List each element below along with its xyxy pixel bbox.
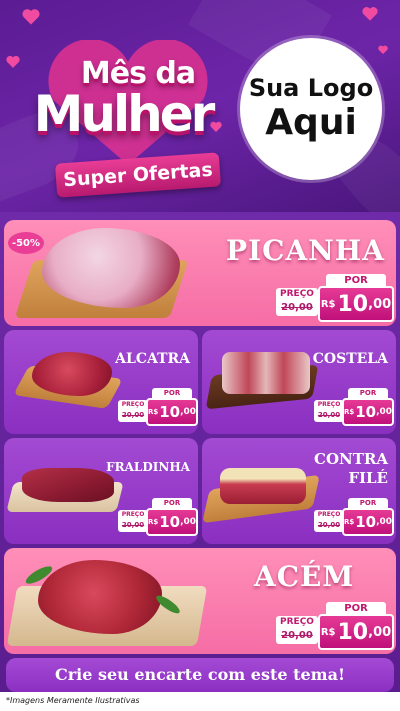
new-price: R$ 10 ,00: [146, 398, 198, 426]
new-price-int: 10: [159, 513, 181, 531]
old-price: 20,00: [121, 521, 145, 529]
price-tag: POR PREÇO 20,00 R$ 10 ,00: [314, 498, 394, 538]
new-price: R$ 10 ,00: [342, 508, 394, 536]
preco-label: PREÇO: [121, 401, 145, 408]
product-card-picanha: PICANHA POR PREÇO 20,00 R$ 10 ,00: [4, 220, 396, 326]
preco-label: PREÇO: [121, 511, 145, 518]
cta-banner[interactable]: Crie seu encarte com este tema!: [6, 658, 394, 692]
product-card-costela: COSTELA POR PREÇO 20,00 R$ 10 ,00: [202, 330, 396, 434]
product-name: FRALDINHA: [106, 460, 190, 474]
product-name: ALCATRA: [115, 351, 190, 367]
product-name: CONTRA FILÉ: [310, 450, 388, 488]
title-main: Mulher: [33, 85, 216, 143]
product-name: PICANHA: [226, 234, 385, 267]
product-name: ACÉM: [254, 560, 355, 593]
old-price-box: PREÇO 20,00: [118, 400, 148, 422]
discount-badge: -50%: [8, 232, 44, 254]
logo-text-line2: Aqui: [265, 102, 357, 143]
logo-text-line1: Sua Logo: [248, 74, 374, 102]
new-price-int: 10: [337, 619, 369, 645]
price-tag: POR PREÇO 20,00 R$ 10 ,00: [118, 498, 198, 538]
new-price: R$ 10 ,00: [342, 398, 394, 426]
preco-label: PREÇO: [317, 401, 341, 408]
por-label: POR: [348, 388, 388, 398]
por-label: POR: [152, 498, 192, 508]
new-price-dec: ,00: [368, 624, 392, 640]
new-price-dec: ,00: [376, 407, 393, 417]
old-price-box: PREÇO 20,00: [314, 510, 344, 532]
price-tag: POR PREÇO 20,00 R$ 10 ,00: [118, 388, 198, 428]
currency: R$: [343, 408, 355, 416]
old-price: 20,00: [317, 521, 341, 529]
costela-image: [222, 352, 310, 394]
product-name: COSTELA: [312, 351, 388, 367]
product-card-acem: ACÉM POR PREÇO 20,00 R$ 10 ,00: [4, 548, 396, 654]
campaign-title: Mês da Mulher Super Ofertas: [8, 30, 228, 198]
preco-label: PREÇO: [317, 511, 341, 518]
old-price: 20,00: [121, 411, 145, 419]
old-price-box: PREÇO 20,00: [276, 616, 318, 644]
heart-icon: [362, 6, 378, 22]
currency: R$: [147, 408, 159, 416]
old-price: 20,00: [281, 302, 313, 313]
heart-icon: [378, 40, 388, 55]
new-price: R$ 10 ,00: [318, 286, 394, 322]
por-label: POR: [152, 388, 192, 398]
new-price-dec: ,00: [368, 296, 392, 312]
footnote: *Imagens Meramente Ilustrativas: [6, 696, 140, 705]
contra-file-image: [220, 468, 306, 504]
currency: R$: [320, 298, 336, 310]
new-price-int: 10: [337, 291, 369, 317]
currency: R$: [320, 626, 336, 638]
old-price: 20,00: [317, 411, 341, 419]
old-price-box: PREÇO 20,00: [118, 510, 148, 532]
product-card-fraldinha: FRALDINHA POR PREÇO 20,00 R$ 10 ,00: [4, 438, 198, 544]
old-price-box: PREÇO 20,00: [314, 400, 344, 422]
currency: R$: [343, 518, 355, 526]
price-tag: POR PREÇO 20,00 R$ 10 ,00: [276, 600, 394, 652]
currency: R$: [147, 518, 159, 526]
new-price-dec: ,00: [376, 517, 393, 527]
product-card-alcatra: ALCATRA POR PREÇO 20,00 R$ 10 ,00: [4, 330, 198, 434]
new-price-int: 10: [355, 513, 377, 531]
product-name-line2: FILÉ: [348, 469, 388, 487]
fraldinha-image: [22, 468, 114, 502]
product-card-contra-file: CONTRA FILÉ POR PREÇO 20,00 R$ 10 ,00: [202, 438, 396, 544]
price-tag: POR PREÇO 20,00 R$ 10 ,00: [276, 272, 394, 324]
logo-placeholder: Sua Logo Aqui: [240, 38, 382, 180]
new-price-int: 10: [159, 403, 181, 421]
price-tag: POR PREÇO 20,00 R$ 10 ,00: [314, 388, 394, 428]
preco-label: PREÇO: [280, 617, 314, 627]
heart-icon: [22, 8, 40, 26]
picanha-image: [42, 228, 180, 308]
header-banner: Mês da Mulher Super Ofertas Sua Logo Aqu…: [0, 0, 400, 212]
old-price: 20,00: [281, 630, 313, 641]
por-label: POR: [348, 498, 388, 508]
new-price: R$ 10 ,00: [318, 614, 394, 650]
new-price-dec: ,00: [180, 407, 197, 417]
new-price: R$ 10 ,00: [146, 508, 198, 536]
acem-image: [38, 560, 162, 634]
product-name-line1: CONTRA: [314, 450, 388, 468]
new-price-int: 10: [355, 403, 377, 421]
preco-label: PREÇO: [280, 289, 314, 299]
alcatra-image: [32, 352, 112, 396]
old-price-box: PREÇO 20,00: [276, 288, 318, 316]
new-price-dec: ,00: [180, 517, 197, 527]
